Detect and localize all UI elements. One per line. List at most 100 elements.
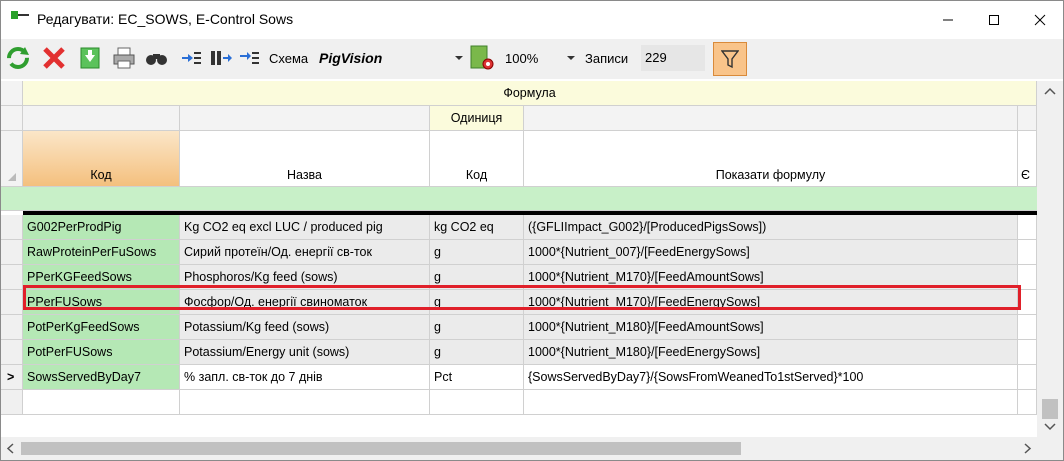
column-header-unit-code[interactable]: Код <box>430 131 524 187</box>
row-header[interactable] <box>1 290 23 315</box>
cell-unit-text: g <box>434 320 441 334</box>
move-columns-button[interactable] <box>235 43 263 73</box>
new-row-cell[interactable] <box>1018 390 1037 415</box>
selected-row-highlight <box>23 285 1021 310</box>
column-header-name[interactable]: Назва <box>180 131 430 187</box>
minimize-icon <box>943 19 953 20</box>
cell-unit[interactable]: Pct <box>430 365 524 390</box>
row-header[interactable] <box>1 315 23 340</box>
cell-extra[interactable] <box>1018 340 1037 365</box>
filter-row[interactable] <box>1 187 1037 211</box>
cell-name-text: % запл. св-ток до 7 днів <box>184 370 323 384</box>
arrows-rows-icon <box>182 52 201 64</box>
printer-icon <box>113 47 135 69</box>
cell-name[interactable]: Kg CO2 eq excl LUC / produced pig <box>180 215 430 240</box>
minimize-button[interactable] <box>925 1 971 38</box>
cell-formula[interactable]: {SowsServedByDay7}/{SowsFromWeanedTo1stS… <box>524 365 1018 390</box>
cell-name-text: Potassium/Kg feed (sows) <box>184 320 330 334</box>
app-icon <box>11 11 29 19</box>
refresh-button[interactable] <box>3 43 33 73</box>
find-button[interactable] <box>141 43 171 73</box>
title-bar: Редагувати: EC_SOWS, E-Control Sows <box>1 1 1063 38</box>
cell-unit-text: Pct <box>434 370 453 384</box>
cell-extra[interactable] <box>1018 315 1037 340</box>
print-button[interactable] <box>109 43 139 73</box>
current-row-indicator: > <box>7 370 15 384</box>
cell-code[interactable]: SowsServedByDay7 <box>23 365 180 390</box>
row-header[interactable] <box>1 340 23 365</box>
save-download-icon <box>80 47 100 69</box>
column-header-code[interactable]: Код <box>23 131 180 187</box>
columns-button[interactable] <box>207 43 235 73</box>
cell-formula[interactable]: 1000*{Nutrient_M180}/[FeedEnergySows] <box>524 340 1018 365</box>
cell-name[interactable]: Potassium/Energy unit (sows) <box>180 340 430 365</box>
document-gear-icon <box>470 45 494 70</box>
cell-formula-text: 1000*{Nutrient_M180}/[FeedEnergySows] <box>528 345 761 359</box>
cell-formula[interactable]: 1000*{Nutrient_007}/[FeedEnergySows] <box>524 240 1018 265</box>
new-row-cell[interactable] <box>180 390 430 415</box>
cell-unit-text: g <box>434 245 441 259</box>
zoom-combobox[interactable]: 100% <box>505 45 579 71</box>
cell-unit-text: g <box>434 345 441 359</box>
cell-name[interactable]: Potassium/Kg feed (sows) <box>180 315 430 340</box>
vertical-scroll-thumb[interactable] <box>1042 399 1058 419</box>
row-header[interactable]: > <box>1 365 23 390</box>
cell-code[interactable]: RawProteinPerFuSows <box>23 240 180 265</box>
records-count: 229 <box>641 45 705 71</box>
cell-unit[interactable]: g <box>430 240 524 265</box>
cell-name[interactable]: % запл. св-ток до 7 днів <box>180 365 430 390</box>
cell-unit-text: kg CO2 eq <box>434 220 494 234</box>
filter-button[interactable] <box>713 42 747 76</box>
cell-code[interactable]: PotPerKgFeedSows <box>23 315 180 340</box>
cell-formula[interactable]: 1000*{Nutrient_M180}/[FeedAmountSows] <box>524 315 1018 340</box>
group-header-unit: Одиниця <box>430 106 524 131</box>
save-button[interactable] <box>75 43 105 73</box>
cell-unit[interactable]: g <box>430 315 524 340</box>
row-header[interactable] <box>1 215 23 240</box>
row-header[interactable] <box>1 265 23 290</box>
cell-formula-text: 1000*{Nutrient_M170}/[FeedAmountSows] <box>528 270 764 284</box>
cell-formula-text: {SowsServedByDay7}/{SowsFromWeanedTo1stS… <box>528 370 864 384</box>
vertical-scrollbar[interactable] <box>1037 81 1063 437</box>
schema-settings-button[interactable] <box>467 43 497 73</box>
maximize-button[interactable] <box>971 1 1017 38</box>
cell-unit[interactable]: g <box>430 340 524 365</box>
horizontal-scroll-thumb[interactable] <box>21 442 741 455</box>
delete-button[interactable] <box>39 43 69 73</box>
toolbar: Схема PigVision 100% Записи 229 <box>1 39 1063 79</box>
scrollbar-corner <box>1037 437 1063 460</box>
refresh-icon <box>7 47 29 69</box>
new-row-cell[interactable] <box>23 390 180 415</box>
window-title: Редагувати: EC_SOWS, E-Control Sows <box>37 11 294 27</box>
row-header[interactable] <box>1 240 23 265</box>
maximize-icon <box>989 14 999 25</box>
scroll-down-icon <box>1044 423 1056 431</box>
row-header-corner <box>1 81 23 106</box>
cell-name-text: Potassium/Energy unit (sows) <box>184 345 350 359</box>
funnel-icon <box>721 50 739 69</box>
records-label: Записи <box>585 51 629 66</box>
schema-value: PigVision <box>319 50 383 66</box>
cell-code-text: PPerKGFeedSows <box>27 270 132 284</box>
cell-formula[interactable]: ({GFLIImpact_G002}/[ProducedPigsSows]) <box>524 215 1018 240</box>
zoom-value: 100% <box>505 50 539 66</box>
cell-name-text: Phosphoros/Kg feed (sows) <box>184 270 338 284</box>
cell-code[interactable]: G002PerProdPig <box>23 215 180 240</box>
cell-unit[interactable]: kg CO2 eq <box>430 215 524 240</box>
column-header-extra[interactable]: Є <box>1018 131 1037 187</box>
cell-extra[interactable] <box>1018 240 1037 265</box>
new-row-header[interactable] <box>1 390 23 415</box>
column-header-formula[interactable]: Показати формулу <box>524 131 1018 187</box>
cell-code[interactable]: PotPerFUSows <box>23 340 180 365</box>
move-rows-button[interactable] <box>177 43 205 73</box>
cell-extra[interactable] <box>1018 215 1037 240</box>
schema-combobox[interactable]: PigVision <box>319 45 467 71</box>
cell-extra[interactable] <box>1018 365 1037 390</box>
cell-name-text: Kg CO2 eq excl LUC / produced pig <box>184 220 383 234</box>
horizontal-scrollbar[interactable] <box>1 437 1037 460</box>
close-button[interactable] <box>1017 1 1063 38</box>
new-row-cell[interactable] <box>524 390 1018 415</box>
cell-name-text: Сирий протеїн/Од. енергії св-ток <box>184 245 372 259</box>
new-row-cell[interactable] <box>430 390 524 415</box>
cell-name[interactable]: Сирий протеїн/Од. енергії св-ток <box>180 240 430 265</box>
